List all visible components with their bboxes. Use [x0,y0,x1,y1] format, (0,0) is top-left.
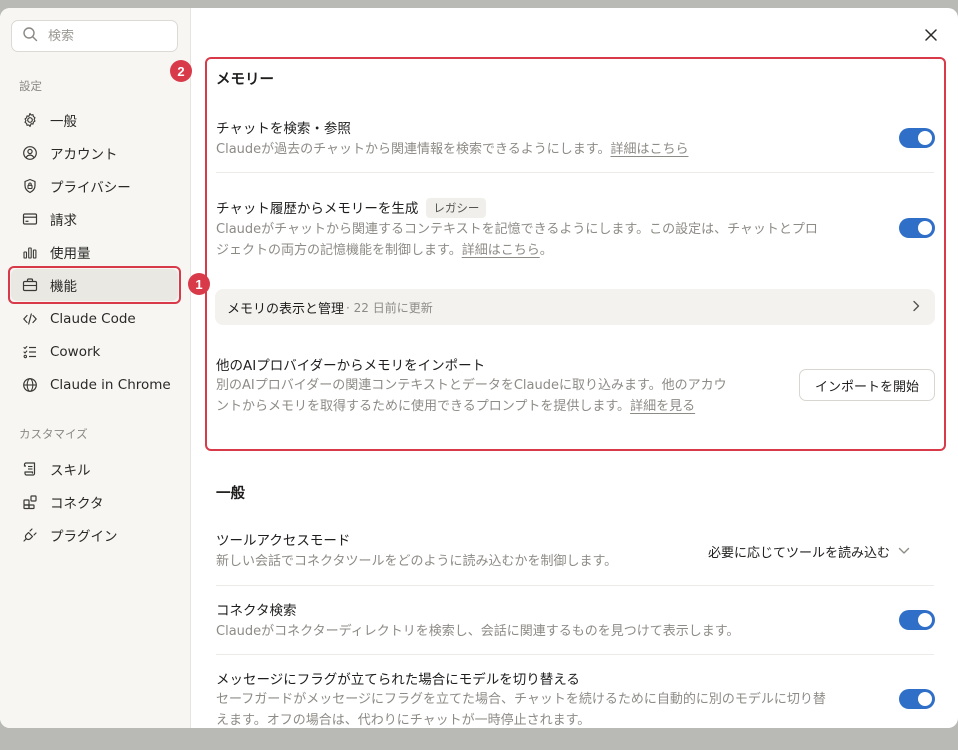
sidebar-item-label: アカウント [50,147,118,163]
sidebar-item-label: コネクタ [50,496,104,512]
connector-search-toggle[interactable] [899,610,935,630]
tool-access-select[interactable]: 必要に応じてツールを読み込む [708,541,910,561]
settings-section-label: 設定 [19,79,42,93]
manage-memory-label: メモリの表示と管理 [227,301,345,317]
tool-access-desc: 新しい会話でコネクタツールをどのように読み込むかを制御します。 [216,554,618,569]
sidebar-item-general[interactable]: 一般 [11,104,178,136]
tool-access-title: ツールアクセスモード [216,533,351,549]
start-import-button[interactable]: インポートを開始 [799,369,935,401]
sidebar-item-cowork[interactable]: Cowork [11,336,178,368]
sidebar-item-label: 請求 [50,213,77,229]
import-memory-title: 他のAIプロバイダーからメモリをインポート [216,358,486,374]
generate-memory-toggle[interactable] [899,218,935,238]
switch-model-desc: セーフガードがメッセージにフラグを立てた場合、チャットを続けるために自動的に別の… [216,692,826,728]
annotation-badge-1: 1 [188,273,210,295]
sidebar-item-skills[interactable]: スキル [11,453,178,485]
sidebar-item-claude-in-chrome[interactable]: Claude in Chrome [11,369,178,401]
briefcase-icon [21,276,39,294]
search-icon [22,26,38,46]
sidebar-item-label: 使用量 [50,246,91,262]
switch-model-toggle[interactable] [899,689,935,709]
switch-model-title: メッセージにフラグが立てられた場合にモデルを切り替える [216,672,580,688]
legacy-tag: レガシー [426,198,487,218]
learn-more-link[interactable]: 詳細はこちら [610,142,688,157]
code-icon [21,310,39,328]
view-manage-memory-row[interactable]: メモリの表示と管理 · 22 日前に更新 [215,289,935,325]
close-button[interactable] [921,26,941,46]
chevron-right-icon [911,300,921,316]
sidebar-item-plugins[interactable]: プラグイン [11,519,178,551]
settings-modal: 設定 一般 アカウント プライバシー 請求 使用量 機能 Claude Code [0,8,958,728]
annotation-badge-2: 2 [170,60,192,82]
settings-sidebar: 設定 一般 アカウント プライバシー 請求 使用量 機能 Claude Code [0,8,191,728]
checklist-icon [21,343,39,361]
chevron-down-icon [898,544,910,559]
sidebar-item-billing[interactable]: 請求 [11,203,178,235]
connector-search-desc: Claudeがコネクターディレクトリを検索し、会話に関連するものを見つけて表示し… [216,624,740,639]
generate-memory-desc: Claudeがチャットから関連するコンテキストを記憶できるようにします。この設定… [216,222,818,258]
tool-access-value: 必要に応じてツールを読み込む [708,545,891,561]
learn-more-link[interactable]: 詳細を見る [630,399,695,414]
memory-section-title: メモリー [216,72,274,88]
sidebar-item-label: Claude Code [50,311,136,327]
general-section-title: 一般 [216,486,245,502]
sidebar-item-connectors[interactable]: コネクタ [11,486,178,518]
close-icon [924,27,938,46]
manage-memory-updated: · 22 日前に更新 [346,300,433,315]
learn-more-link[interactable]: 詳細はこちら [462,243,540,258]
sidebar-item-label: 一般 [50,114,77,130]
sidebar-item-features[interactable]: 機能 [11,269,178,301]
import-memory-desc: 別のAIプロバイダーの関連コンテキストとデータをClaudeに取り込みます。他の… [216,378,727,414]
sidebar-item-label: プライバシー [50,180,131,196]
search-input[interactable] [48,28,158,44]
divider [216,172,934,173]
generate-memory-title: チャット履歴からメモリーを生成 レガシー [216,197,487,218]
search-chats-title: チャットを検索・参照 [216,121,351,137]
plug-icon [21,526,39,544]
search-chats-toggle[interactable] [899,128,935,148]
sidebar-item-label: 機能 [50,279,77,295]
customize-section-label: カスタマイズ [19,427,88,441]
search-chats-desc: Claudeが過去のチャットから関連情報を検索できるようにします。詳細はこちら [216,142,689,157]
card-icon [21,210,39,228]
sidebar-item-label: Cowork [50,344,101,360]
gear-icon [21,111,39,129]
sidebar-item-label: プラグイン [50,529,118,545]
globe-icon [21,376,39,394]
sidebar-item-claude-code[interactable]: Claude Code [11,303,178,335]
sidebar-item-usage[interactable]: 使用量 [11,236,178,268]
scroll-icon [21,460,39,478]
shield-lock-icon [21,177,39,195]
connector-search-title: コネクタ検索 [216,603,297,619]
user-icon [21,144,39,162]
sidebar-item-label: スキル [50,463,91,479]
connector-icon [21,493,39,511]
sidebar-item-privacy[interactable]: プライバシー [11,170,178,202]
sidebar-item-account[interactable]: アカウント [11,137,178,169]
divider [216,585,934,586]
sidebar-item-label: Claude in Chrome [50,377,171,393]
divider [216,654,934,655]
search-box[interactable] [11,20,178,52]
bar-chart-icon [21,243,39,261]
